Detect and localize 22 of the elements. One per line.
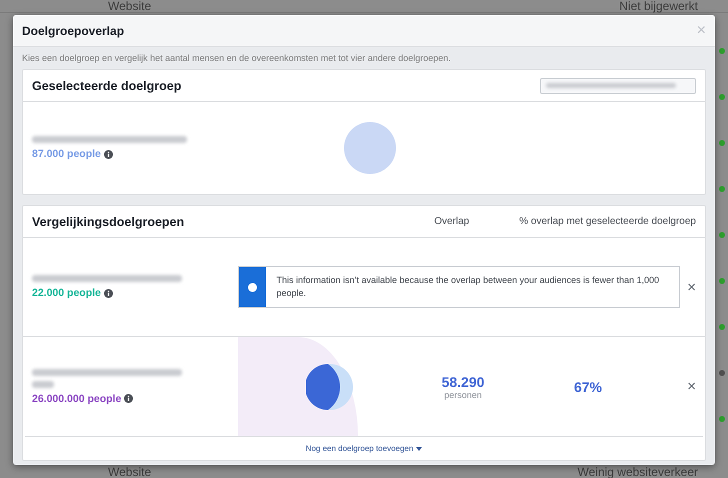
- blurred-name: [32, 380, 54, 388]
- overlap-unit: personen: [444, 390, 482, 400]
- audience-size: 26.000.000 people: [32, 392, 238, 404]
- audience-size: 22.000 people: [32, 287, 238, 299]
- overlap-percent: 67%: [572, 378, 604, 394]
- caret-icon: [416, 446, 422, 450]
- audience-dropdown[interactable]: [540, 78, 696, 94]
- add-audience-link[interactable]: Nog een doelgroep toevoegen: [306, 444, 422, 453]
- background-text: Niet bijgewerkt: [619, 0, 698, 13]
- background-text: Website: [108, 465, 152, 478]
- column-heading: Overlap: [434, 216, 470, 227]
- overlap-count: 58.290: [442, 374, 484, 390]
- audience-circle: [344, 122, 396, 174]
- column-heading: % overlap met geselecteerde doelgroep: [519, 216, 696, 227]
- dialog-title: Doelgroepoverlap: [22, 24, 124, 38]
- background-text: Website: [108, 0, 152, 13]
- audience-size: 87.000 people: [32, 148, 238, 160]
- intro-text: Kies een doelgroep en vergelijk het aantal mensen en de overeenkomsten met tot vier andere doelgroepen.: [22, 53, 452, 63]
- section-heading: Vergelijkingsdoelgroepen: [32, 214, 186, 228]
- venn-diagram-drawing: [306, 362, 354, 410]
- notice-text: This information isn’t available because the overlap between your audiences is fewer than 1,000 people.: [275, 274, 660, 300]
- section-heading: Geselecteerde doelgroep: [32, 78, 182, 92]
